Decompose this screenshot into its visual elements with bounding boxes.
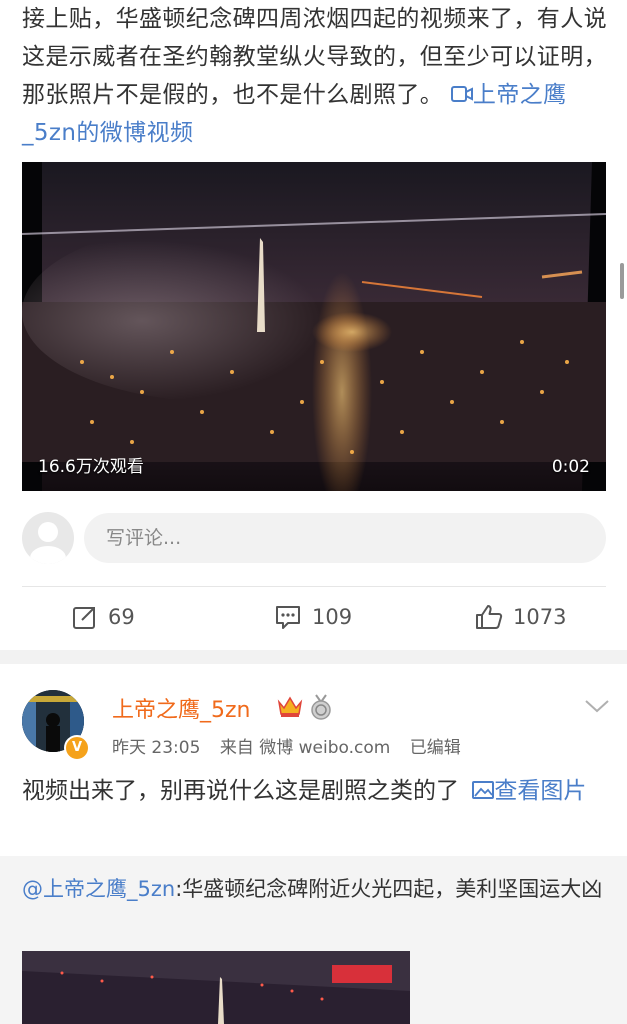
username[interactable]: 上帝之鹰_5zn — [112, 692, 251, 724]
medal-icon[interactable] — [309, 694, 333, 720]
video-duration: 0:02 — [551, 457, 590, 477]
repost-text: @上帝之鹰_5zn:华盛顿纪念碑附近火光四起，美利坚国运大凶 — [22, 872, 612, 906]
repost-mention[interactable]: @上帝之鹰_5zn — [22, 877, 175, 901]
comment-button[interactable]: 109 — [274, 596, 352, 638]
reposted-content[interactable]: @上帝之鹰_5zn:华盛顿纪念碑附近火光四起，美利坚国运大凶 — [0, 856, 627, 1024]
verified-badge: V — [64, 735, 90, 761]
video-link-icon — [450, 86, 473, 102]
post-time: 昨天 23:05 — [112, 738, 201, 758]
video-thumbnail — [22, 162, 606, 491]
scrollbar[interactable] — [620, 263, 624, 299]
post2-body: 视频出来了，别再说什么这是剧照之类的了 — [22, 778, 459, 804]
view-image-link[interactable]: 查看图片 — [466, 778, 586, 804]
video-player[interactable]: 16.6万次观看 0:02 — [22, 162, 606, 491]
feed-separator — [0, 650, 627, 664]
comment-input[interactable]: 写评论... — [84, 513, 606, 563]
chevron-down-icon[interactable] — [584, 698, 610, 714]
divider — [22, 586, 606, 587]
repost-button[interactable]: 69 — [72, 596, 135, 638]
repost-count: 69 — [108, 605, 135, 629]
image-link-icon — [472, 781, 495, 799]
comment-count: 109 — [312, 605, 353, 629]
comment-placeholder: 写评论... — [106, 527, 182, 549]
post-source[interactable]: 来自 微博 weibo.com — [220, 738, 391, 758]
comment-icon — [276, 606, 300, 629]
post1-text: 接上贴，华盛顿纪念碑四周浓烟四起的视频来了，有人说这是示威者在圣约翰教堂纵火导致… — [22, 0, 612, 152]
repost-body: :华盛顿纪念碑附近火光四起，美利坚国运大凶 — [175, 877, 603, 901]
default-user-icon — [30, 522, 66, 564]
view-image-label: 查看图片 — [494, 778, 587, 804]
repost-icon — [73, 607, 95, 629]
post-meta: 昨天 23:05 来自 微博 weibo.com 已编辑 — [112, 733, 475, 758]
video-view-count: 16.6万次观看 — [38, 457, 144, 477]
like-icon — [476, 605, 503, 629]
crown-icon[interactable] — [277, 694, 303, 718]
repost-image-thumbnail — [22, 951, 410, 1024]
comment-avatar — [22, 512, 74, 564]
like-count: 1073 — [513, 605, 567, 629]
edited-label[interactable]: 已编辑 — [410, 738, 461, 758]
repost-image[interactable] — [22, 951, 410, 1024]
like-button[interactable]: 1073 — [475, 596, 566, 638]
post2-text: 视频出来了，别再说什么这是剧照之类的了 查看图片 — [22, 773, 612, 810]
